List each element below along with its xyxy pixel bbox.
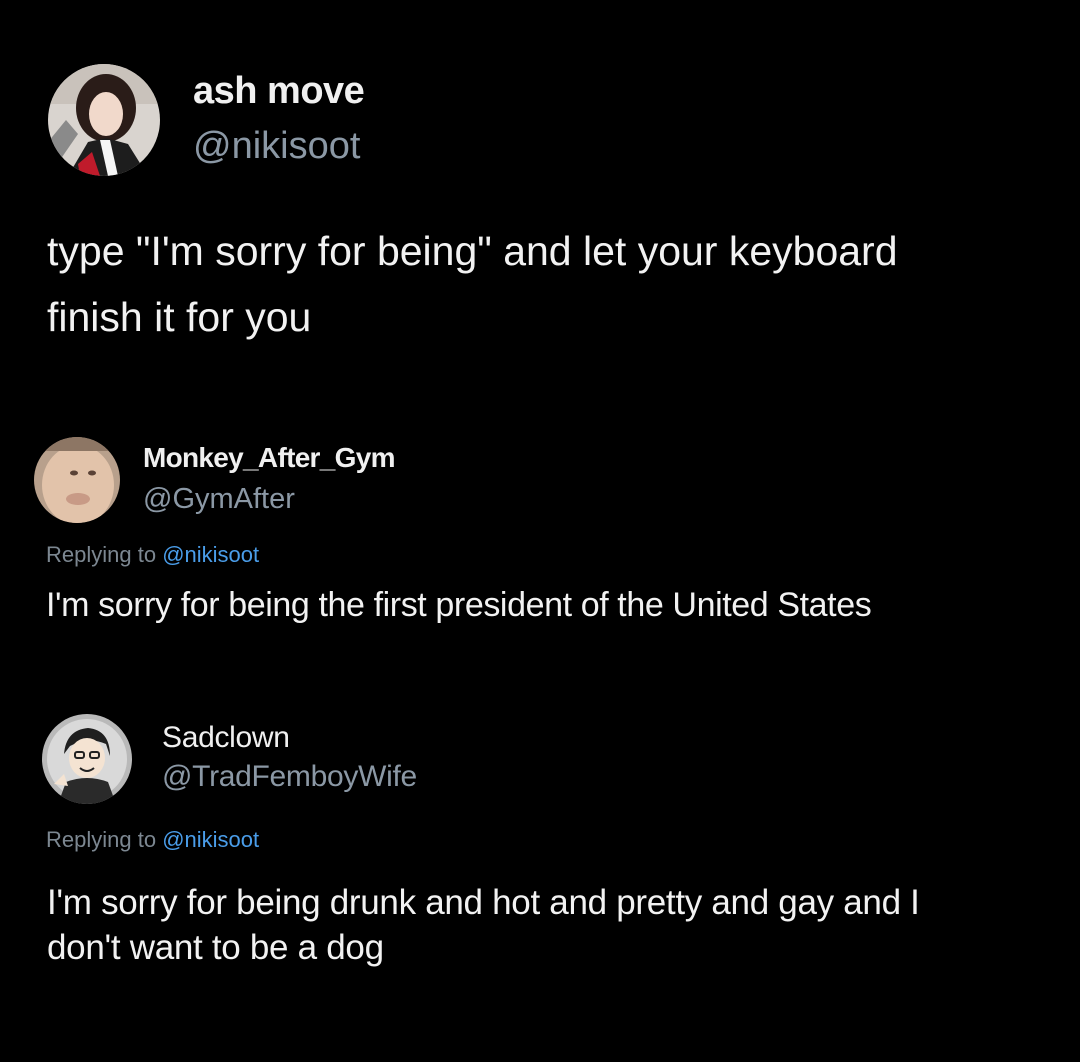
avatar-image [34, 437, 120, 523]
reply-text-line: I'm sorry for being the first president … [46, 586, 872, 624]
cartoon-avatar-icon[interactable] [42, 714, 132, 804]
reply-text-line: don't want to be a dog [47, 928, 384, 967]
mention-link[interactable]: @nikisoot [162, 827, 259, 852]
replying-prefix: Replying to [46, 827, 157, 852]
display-name[interactable]: Sadclown [162, 721, 290, 755]
mention-link[interactable]: @nikisoot [162, 542, 259, 567]
user-handle[interactable]: @nikisoot [193, 125, 360, 168]
post-text-line: type "I'm sorry for being" and let your … [47, 228, 898, 274]
display-name[interactable]: ash move [193, 70, 365, 113]
avatar-image [48, 64, 160, 176]
user-handle[interactable]: @GymAfter [143, 483, 295, 516]
replying-to: Replying to @nikisoot [46, 542, 259, 568]
replying-prefix: Replying to [46, 542, 157, 567]
profile-photo-icon[interactable] [48, 64, 160, 176]
display-name[interactable]: Monkey_After_Gym [143, 442, 395, 474]
user-handle[interactable]: @TradFemboyWife [162, 760, 417, 794]
post-text-line: finish it for you [47, 294, 312, 340]
profile-photo-icon[interactable] [34, 437, 120, 523]
replying-to: Replying to @nikisoot [46, 827, 259, 853]
avatar-image [42, 714, 132, 804]
reply-text-line: I'm sorry for being drunk and hot and pr… [47, 883, 920, 922]
